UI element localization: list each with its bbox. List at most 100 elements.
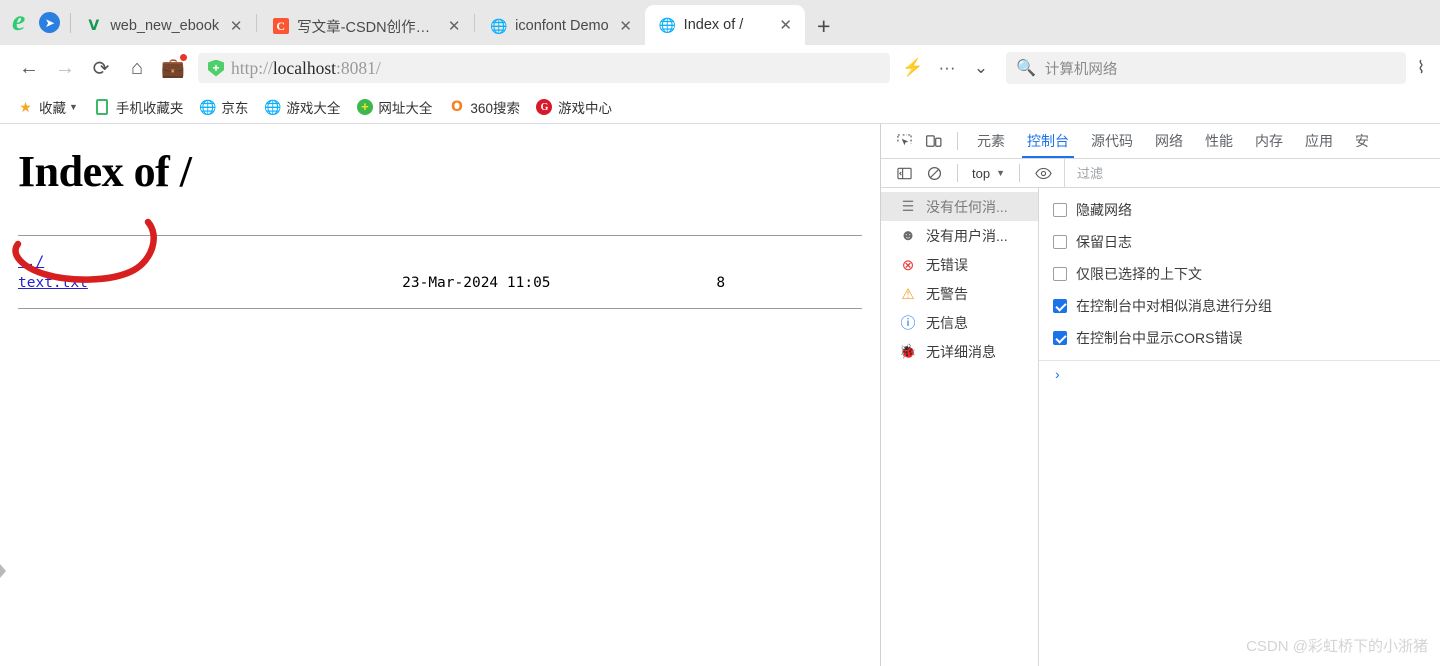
context-value: top: [972, 165, 991, 181]
devtools-tab-bar: 元素 控制台 源代码 网络 性能 内存 应用 安: [881, 124, 1440, 159]
browser-tab-index-of[interactable]: 🌐 Index of / ✕: [644, 5, 805, 45]
setting-preserve-log[interactable]: 保留日志: [1039, 226, 1440, 258]
devtools-tab-security[interactable]: 安: [1344, 124, 1380, 158]
web-page-viewport: Index of / ../ text.txt 23-Mar-2024 11:0…: [0, 124, 881, 666]
sidebar-item-user-messages[interactable]: ☻ 没有用户消...: [881, 221, 1038, 250]
sidebar-expand-handle[interactable]: [0, 564, 6, 578]
tab-title: Index of /: [683, 17, 744, 33]
list-icon: ☰: [901, 198, 915, 214]
search-value: 计算机网络: [1044, 61, 1118, 78]
listing-link-text-txt[interactable]: text.txt: [18, 275, 88, 291]
devtools-tab-application[interactable]: 应用: [1294, 124, 1344, 158]
tab-title: 写文章-CSDN创作中心: [297, 19, 438, 36]
close-icon[interactable]: ✕: [777, 16, 795, 34]
globe-icon: 🌐: [264, 98, 282, 115]
bookmark-games[interactable]: 🌐 游戏大全: [257, 94, 347, 120]
setting-show-cors-errors[interactable]: 在控制台中显示CORS错误: [1039, 322, 1440, 354]
divider: [957, 164, 958, 182]
address-bar[interactable]: + http://localhost:8081/: [198, 53, 890, 83]
bookmark-favorites[interactable]: ★ 收藏 ▼: [10, 94, 85, 120]
console-prompt[interactable]: ›: [1039, 360, 1440, 386]
bookmark-label: 收藏: [39, 101, 66, 116]
listing-date: 23-Mar-2024 11:05 8: [402, 275, 726, 291]
back-button[interactable]: ←: [12, 51, 46, 85]
chevron-right-icon: ›: [1055, 365, 1060, 382]
setting-hide-network[interactable]: 隐藏网络: [1039, 194, 1440, 226]
tab-title: iconfont Demo: [515, 18, 609, 34]
checkbox-hide-network[interactable]: [1053, 203, 1067, 217]
warning-icon: ⚠: [901, 285, 915, 303]
lightning-icon[interactable]: ⚡: [898, 53, 928, 83]
search-input[interactable]: 🔍 计算机网络: [1006, 52, 1406, 84]
devtools-tab-network[interactable]: 网络: [1144, 124, 1194, 158]
inspect-glyph: [896, 133, 912, 145]
browser-tab-iconfont-demo[interactable]: 🌐 iconfont Demo ✕: [476, 7, 645, 45]
device-toolbar-icon[interactable]: [919, 127, 949, 155]
csdn-c-icon: C: [272, 18, 289, 35]
checkbox-show-cors-errors[interactable]: [1053, 331, 1067, 345]
listing-link-parent[interactable]: ../: [18, 254, 44, 270]
console-sidebar-icon[interactable]: [889, 159, 919, 187]
close-icon[interactable]: ✕: [227, 17, 245, 35]
console-filter-input[interactable]: 过滤: [1064, 158, 1440, 188]
bookmark-game-center[interactable]: G 游戏中心: [529, 94, 619, 120]
bookmark-mobile-favorites[interactable]: 手机收藏夹: [87, 94, 191, 120]
sidebar-item-label: 无详细消息: [926, 343, 996, 360]
checkbox-group-similar[interactable]: [1053, 299, 1067, 313]
toolbar-overflow-icon[interactable]: ⌇: [1408, 58, 1434, 78]
devtools-tab-performance[interactable]: 性能: [1194, 124, 1244, 158]
console-context-selector[interactable]: top ▼: [966, 166, 1011, 181]
error-icon: ⊗: [901, 256, 915, 274]
checkbox-selected-context-only[interactable]: [1053, 267, 1067, 281]
new-tab-button[interactable]: +: [805, 7, 843, 45]
address-bar-actions: ⚡ ··· ⌄: [898, 53, 996, 83]
listing-size: 8: [716, 275, 726, 291]
close-icon[interactable]: ✕: [617, 17, 635, 35]
search-icon: 🔍: [1016, 60, 1036, 77]
devtools-tab-console[interactable]: 控制台: [1016, 124, 1080, 158]
close-icon[interactable]: ✕: [445, 17, 463, 35]
divider: [1019, 164, 1020, 182]
inspect-element-icon[interactable]: [889, 127, 919, 155]
sidebar-item-info[interactable]: ⓘ 无信息: [881, 308, 1038, 337]
devtools-tab-memory[interactable]: 内存: [1244, 124, 1294, 158]
reload-button[interactable]: ⟳: [84, 51, 118, 85]
devtools-tab-elements[interactable]: 元素: [966, 124, 1016, 158]
sidebar-item-verbose[interactable]: 🐞 无详细消息: [881, 337, 1038, 366]
briefcase-icon[interactable]: 💼: [156, 51, 190, 85]
home-button[interactable]: ⌂: [120, 51, 154, 85]
sidebar-item-all-messages[interactable]: ☰ 没有任何消...: [881, 192, 1038, 221]
setting-selected-context-only[interactable]: 仅限已选择的上下文: [1039, 258, 1440, 290]
sidebar-glyph: [896, 167, 912, 179]
setting-group-similar[interactable]: 在控制台中对相似消息进行分组: [1039, 290, 1440, 322]
star-icon: ★: [19, 98, 32, 115]
url-host: localhost: [272, 57, 336, 78]
sidebar-item-label: 没有任何消...: [926, 198, 1008, 215]
bookmark-web-directory[interactable]: + 网址大全: [349, 94, 439, 120]
bookmark-360-search[interactable]: O 360搜索: [441, 94, 527, 120]
bookmark-label: 360搜索: [470, 101, 520, 116]
paper-plane-icon[interactable]: ➤: [39, 12, 61, 33]
live-expression-icon[interactable]: [1028, 159, 1058, 187]
browser-toolbar: ← → ⟳ ⌂ 💼 + http://localhost:8081/ ⚡ ···…: [0, 45, 1440, 91]
clear-console-icon[interactable]: [919, 159, 949, 187]
sidebar-item-warnings[interactable]: ⚠ 无警告: [881, 279, 1038, 308]
browser-tab-web-new-ebook[interactable]: V web_new_ebook ✕: [71, 7, 255, 45]
console-toolbar: top ▼ 过滤: [881, 158, 1440, 188]
sidebar-item-label: 无警告: [926, 285, 968, 302]
verbose-bug-icon: 🐞: [899, 343, 917, 359]
forward-button[interactable]: →: [48, 51, 82, 85]
sidebar-item-errors[interactable]: ⊗ 无错误: [881, 250, 1038, 279]
more-options-icon[interactable]: ···: [932, 53, 962, 83]
browser-tab-csdn[interactable]: C 写文章-CSDN创作中心 ✕: [258, 7, 473, 45]
bookmark-jingdong[interactable]: 🌐 京东: [192, 94, 255, 120]
shield-plus-icon[interactable]: +: [208, 59, 224, 77]
phone-icon: [94, 99, 111, 116]
chevron-down-icon[interactable]: ⌄: [966, 53, 996, 83]
devtools-tab-sources[interactable]: 源代码: [1080, 124, 1144, 158]
chevron-down-icon: ▼: [996, 168, 1005, 178]
sidebar-item-label: 无信息: [926, 314, 968, 331]
chevron-down-icon[interactable]: ▼: [69, 102, 78, 112]
checkbox-preserve-log[interactable]: [1053, 235, 1067, 249]
setting-label: 在控制台中显示CORS错误: [1076, 330, 1243, 346]
